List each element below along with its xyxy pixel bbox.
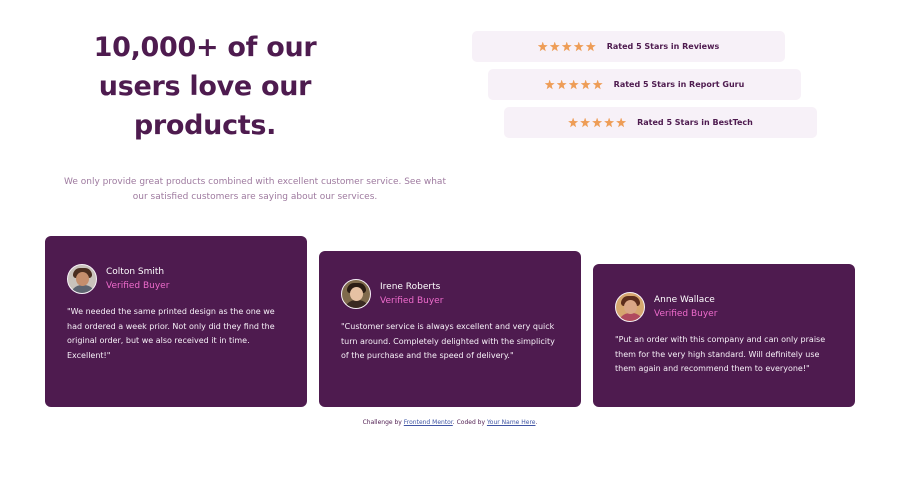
footer-prefix: Challenge by — [362, 419, 402, 426]
star-icon — [568, 117, 579, 128]
hero-description: We only provide great products combined … — [64, 177, 446, 202]
rating-stars — [537, 41, 596, 52]
reviewer-info: Colton Smith Verified Buyer — [106, 266, 169, 293]
star-icon — [585, 41, 596, 52]
star-icon — [556, 79, 567, 90]
testimonial-quote: "We needed the same printed design as th… — [67, 307, 275, 360]
reviewer-name: Anne Wallace — [654, 294, 715, 305]
avatar — [67, 264, 97, 294]
reviewer-info: Anne Wallace Verified Buyer — [654, 294, 717, 321]
avatar — [615, 292, 645, 322]
reviewer-name: Colton Smith — [106, 266, 165, 277]
star-icon — [573, 41, 584, 52]
star-icon — [537, 41, 548, 52]
verified-badge: Verified Buyer — [380, 295, 444, 306]
star-icon — [592, 79, 603, 90]
star-icon — [544, 79, 555, 90]
rating-label: Rated 5 Stars in Reviews — [606, 42, 720, 51]
reviewer-name: Irene Roberts — [380, 281, 441, 292]
star-icon — [561, 41, 572, 52]
testimonial-card-colton: Colton Smith Verified Buyer "We needed t… — [45, 236, 307, 407]
testimonial-header: Anne Wallace Verified Buyer — [615, 292, 833, 322]
frontend-mentor-link[interactable]: Frontend Mentor — [404, 419, 453, 426]
star-icon — [580, 79, 591, 90]
star-icon — [549, 41, 560, 52]
testimonial-card-anne: Anne Wallace Verified Buyer "Put an orde… — [593, 264, 855, 407]
testimonial-card-irene: Irene Roberts Verified Buyer "Customer s… — [319, 251, 581, 407]
star-icon — [568, 79, 579, 90]
hero-title: 10,000+ of our users love our products. — [60, 28, 350, 145]
star-icon — [616, 117, 627, 128]
testimonial-quote: "Put an order with this company and can … — [615, 335, 826, 373]
attribution-footer: Challenge by Frontend Mentor. Coded by Y… — [0, 419, 900, 426]
rating-stars — [544, 79, 603, 90]
testimonial-header: Irene Roberts Verified Buyer — [341, 279, 559, 309]
testimonial-quote: "Customer service is always excellent an… — [341, 322, 555, 360]
star-icon — [604, 117, 615, 128]
rating-reviews: Rated 5 Stars in Reviews — [472, 31, 785, 62]
hero-title-line-1: 10,000+ of our — [93, 32, 317, 63]
rating-report-guru: Rated 5 Stars in Report Guru — [488, 69, 801, 100]
rating-stars — [568, 117, 627, 128]
testimonial-header: Colton Smith Verified Buyer — [67, 264, 285, 294]
avatar — [341, 279, 371, 309]
footer-suffix: . — [535, 419, 538, 426]
hero-title-line-2: users love our — [98, 71, 312, 102]
rating-label: Rated 5 Stars in Report Guru — [613, 80, 745, 89]
verified-badge: Verified Buyer — [106, 280, 170, 291]
star-icon — [592, 117, 603, 128]
rating-label: Rated 5 Stars in BestTech — [637, 118, 753, 127]
reviewer-info: Irene Roberts Verified Buyer — [380, 281, 443, 308]
rating-besttech: Rated 5 Stars in BestTech — [504, 107, 817, 138]
footer-middle: . Coded by — [452, 419, 486, 426]
hero-title-line-3: products. — [133, 110, 277, 141]
verified-badge: Verified Buyer — [654, 308, 718, 319]
author-link[interactable]: Your Name Here — [487, 419, 536, 426]
star-icon — [580, 117, 591, 128]
